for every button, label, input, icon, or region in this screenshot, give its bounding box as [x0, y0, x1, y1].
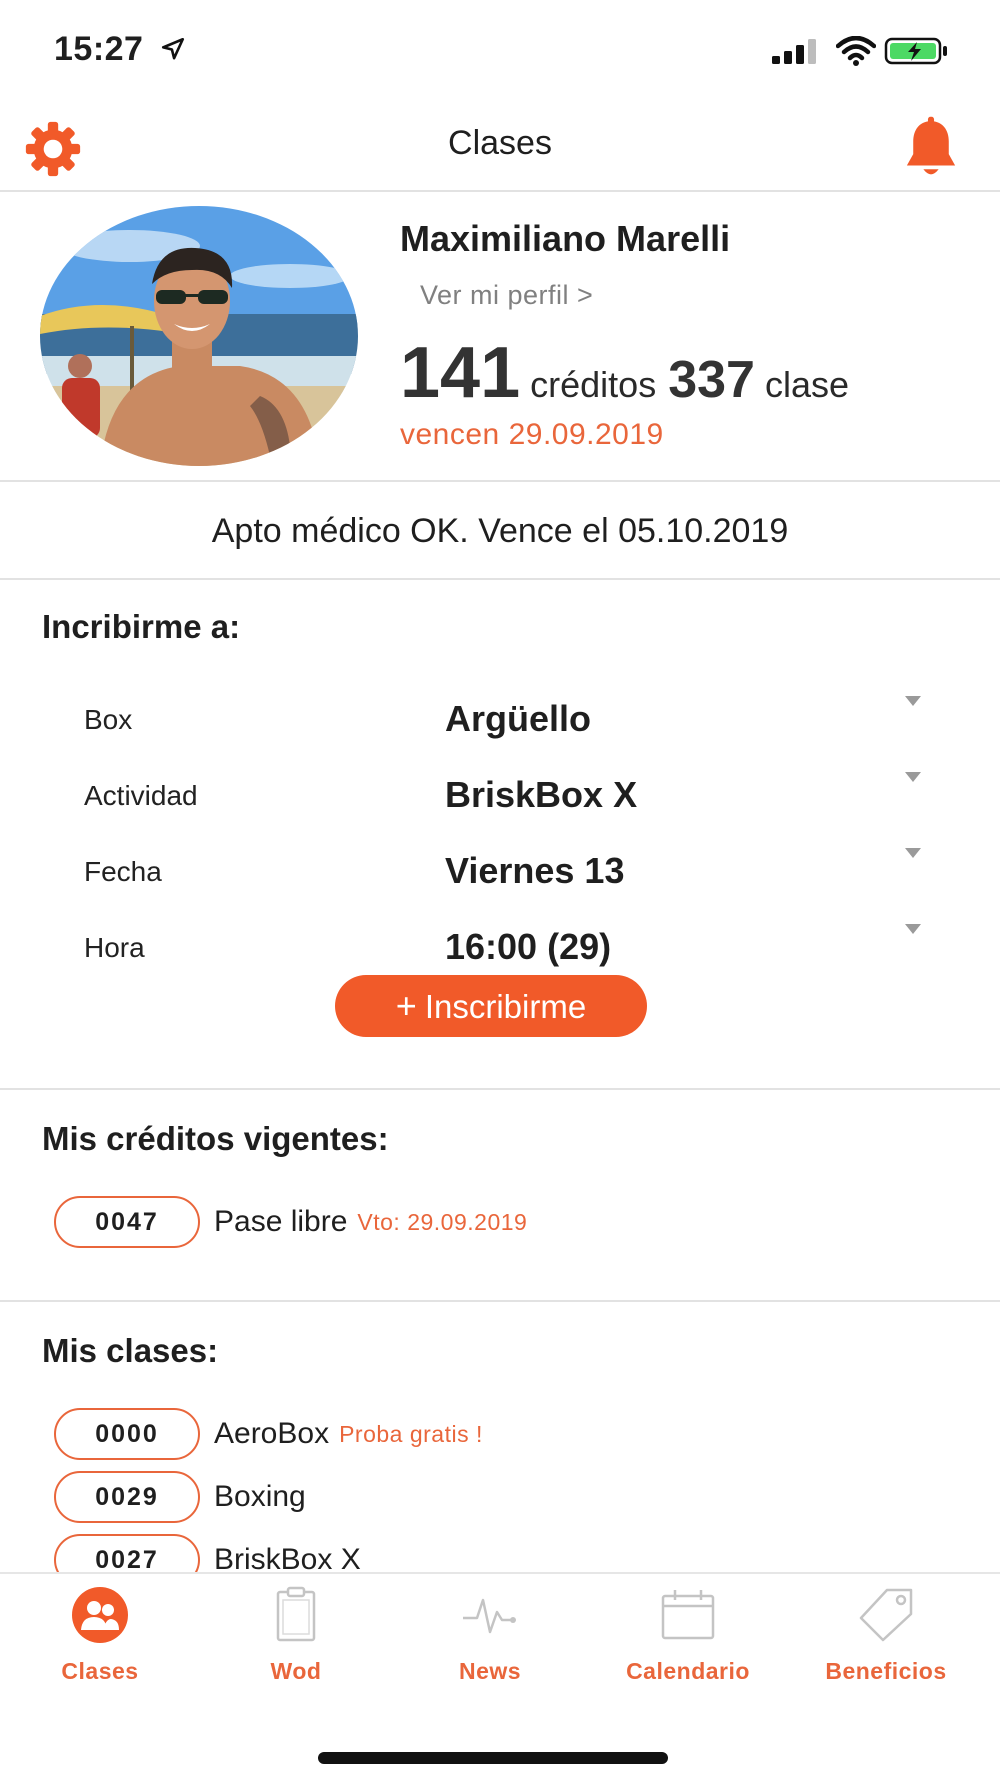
credit-name: Pase libre: [214, 1205, 348, 1238]
signal-icon: [772, 39, 816, 64]
page-title: Clases: [448, 124, 552, 162]
activity-select[interactable]: Actividad BriskBox X: [0, 762, 1000, 832]
medical-status: Apto médico OK. Vence el 05.10.2019: [0, 482, 1000, 580]
people-icon: [72, 1587, 128, 1643]
profile-card: Maximiliano Marelli Ver mi perfil > 141 c…: [0, 192, 1000, 482]
time-select[interactable]: Hora 16:00 (29): [0, 914, 1000, 984]
profile-link[interactable]: Ver mi perfil >: [420, 280, 593, 311]
credits-expiry: vencen 29.09.2019: [400, 418, 664, 451]
wifi-icon: [836, 36, 876, 66]
nav-bar: Clases: [0, 100, 1000, 192]
box-label: Box: [84, 704, 133, 735]
tab-label: Calendario: [626, 1658, 750, 1684]
battery-charging-icon: [884, 37, 947, 65]
calendar-icon: [661, 1590, 715, 1640]
credit-code-badge[interactable]: 0047: [54, 1196, 200, 1248]
tab-news[interactable]: News: [390, 1586, 590, 1696]
tab-label: Beneficios: [825, 1658, 947, 1684]
class-code-badge[interactable]: 0029: [54, 1471, 200, 1523]
activity-label: Actividad: [84, 780, 198, 811]
tab-label: Clases: [61, 1658, 139, 1684]
pulse-icon: [463, 1598, 516, 1634]
tab-wod[interactable]: Wod: [196, 1586, 396, 1696]
tab-label: Wod: [270, 1658, 322, 1684]
user-name: Maximiliano Marelli: [400, 218, 731, 259]
class-name: AeroBox: [214, 1417, 330, 1450]
divider: [0, 1088, 1000, 1090]
avatar[interactable]: [40, 206, 358, 466]
tab-beneficios[interactable]: Beneficios: [786, 1586, 986, 1696]
dropdown-caret-icon: [905, 848, 921, 858]
class-name: Boxing: [214, 1480, 306, 1513]
tab-calendario[interactable]: Calendario: [588, 1586, 788, 1696]
dropdown-caret-icon: [905, 924, 921, 934]
class-note: Proba gratis !: [339, 1420, 483, 1447]
enroll-button-label: Inscribirme: [424, 988, 587, 1025]
dropdown-caret-icon: [905, 696, 921, 706]
tag-icon: [859, 1588, 913, 1642]
divider: [0, 1300, 1000, 1302]
tab-bar: Clases Wod News Calendario Beneficios: [0, 1572, 1000, 1778]
date-label: Fecha: [84, 856, 162, 887]
tab-clases[interactable]: Clases: [0, 1586, 200, 1696]
clipboard-icon: [276, 1586, 316, 1642]
credits-count: 141: [400, 333, 521, 413]
bell-icon[interactable]: [900, 116, 962, 182]
status-bar: 15:27: [0, 0, 1000, 100]
dropdown-caret-icon: [905, 772, 921, 782]
classes-section-title: Mis clases:: [42, 1332, 219, 1369]
plus-icon: +: [395, 985, 417, 1026]
date-select[interactable]: Fecha Viernes 13: [0, 838, 1000, 908]
time-value: 16:00 (29): [445, 926, 612, 967]
box-value: Argüello: [445, 698, 592, 739]
date-value: Viernes 13: [445, 850, 625, 891]
home-indicator[interactable]: [318, 1752, 668, 1764]
class-item: 0000 AeroBox Proba gratis !: [54, 1408, 483, 1462]
tab-label: News: [458, 1658, 522, 1684]
enroll-button[interactable]: + Inscribirme: [335, 975, 647, 1037]
credit-expiry: Vto: 29.09.2019: [357, 1208, 528, 1235]
credits-section-title: Mis créditos vigentes:: [42, 1120, 389, 1157]
status-time: 15:27: [54, 30, 144, 68]
class-item: 0029 Boxing: [54, 1471, 306, 1525]
classes-count: 337: [668, 351, 755, 409]
enroll-section-title: Incribirme a:: [42, 608, 241, 645]
activity-value: BriskBox X: [445, 774, 638, 815]
classes-label: clase: [764, 364, 850, 405]
location-arrow-icon: [161, 37, 185, 60]
box-select[interactable]: Box Argüello: [0, 686, 1000, 756]
credit-item: 0047 Pase libre Vto: 29.09.2019: [54, 1196, 527, 1250]
time-label: Hora: [84, 932, 145, 963]
avatar-photo: [40, 206, 358, 466]
class-code-badge[interactable]: 0000: [54, 1408, 200, 1460]
credits-summary: 141 créditos 337 clase: [400, 332, 861, 414]
credits-label: créditos: [530, 364, 657, 405]
